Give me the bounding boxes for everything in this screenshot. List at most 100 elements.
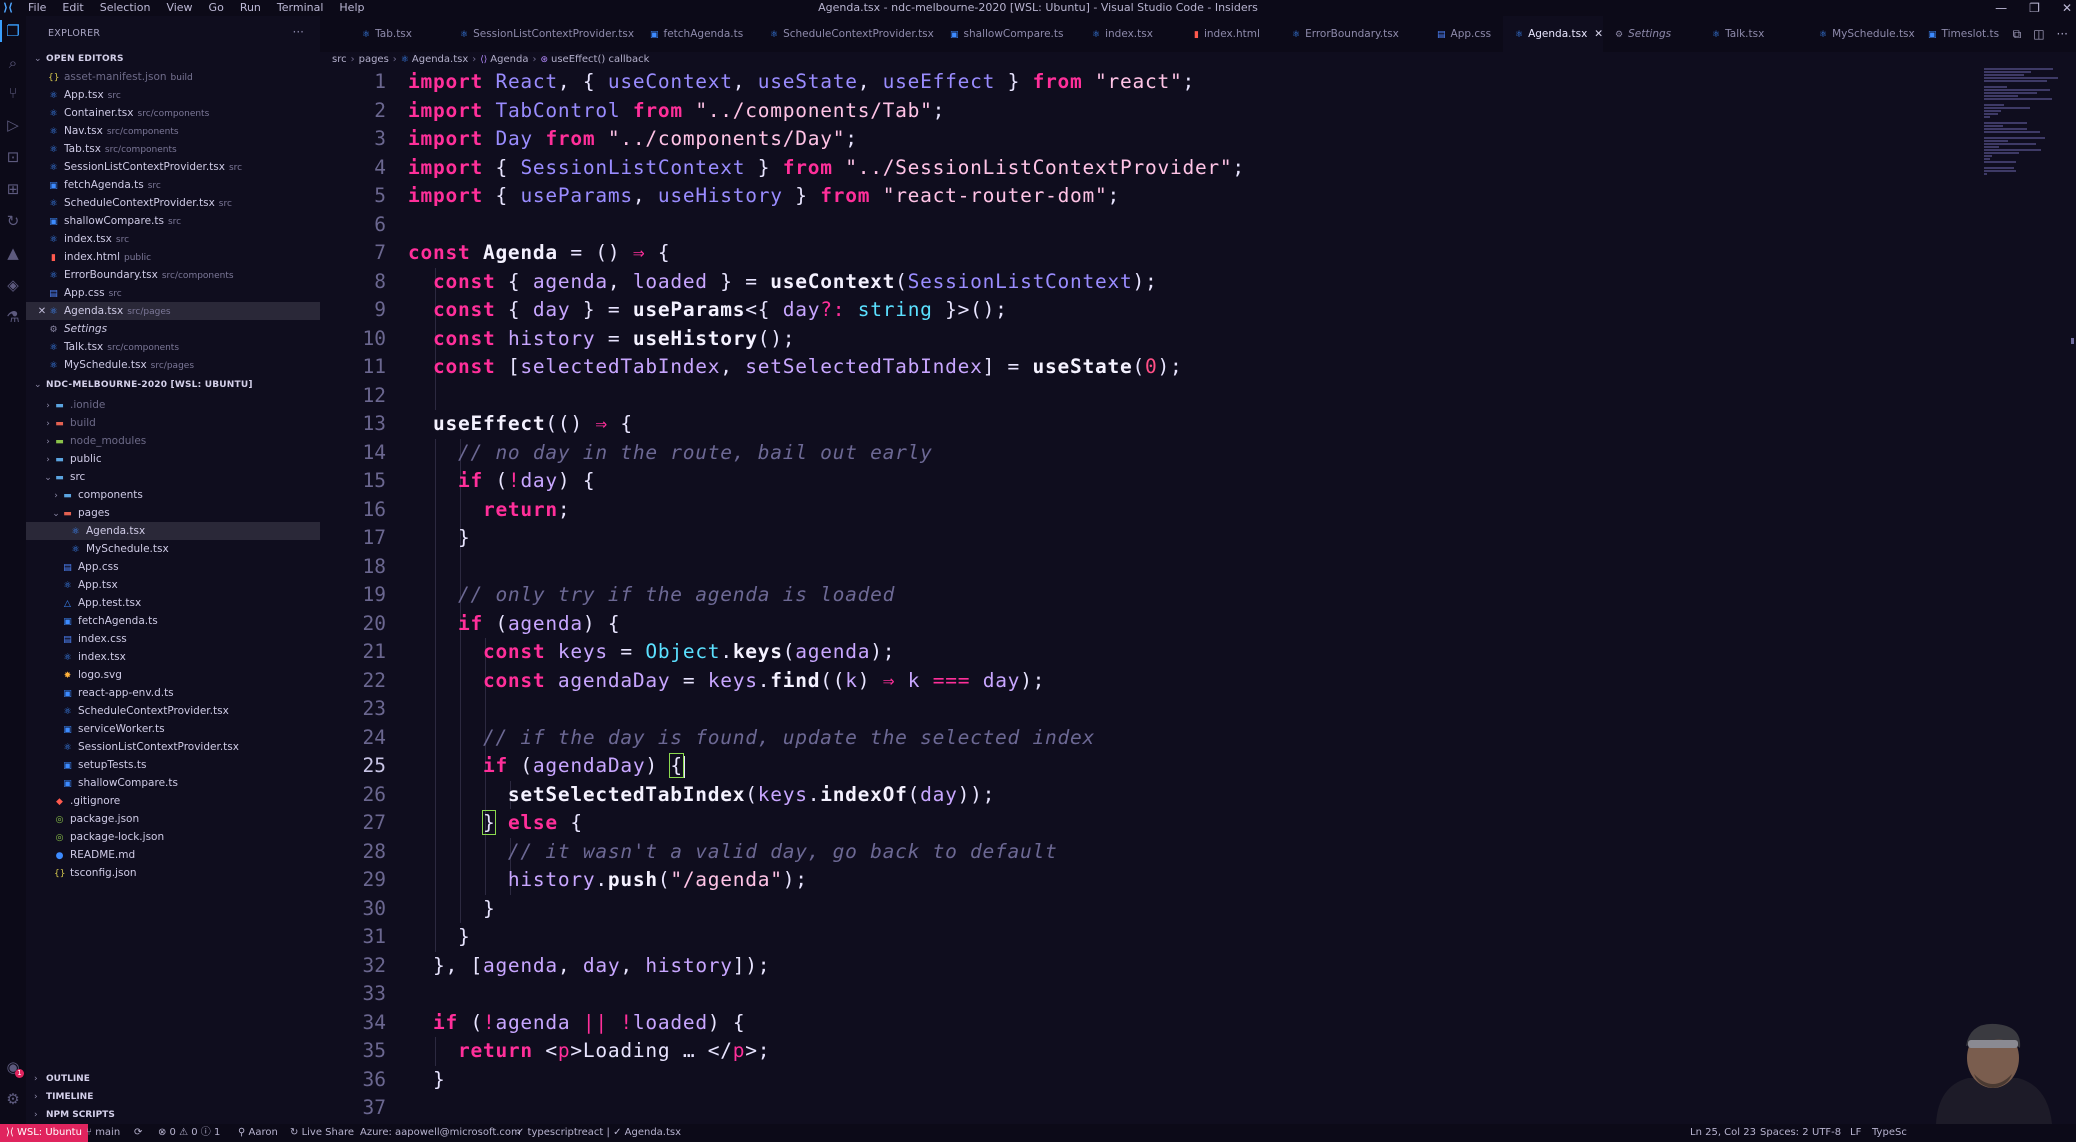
remote-indicator[interactable]: ⟩⟨ WSL: Ubuntu (0, 1124, 88, 1142)
code-line[interactable]: } (408, 524, 470, 553)
code-line[interactable]: const { day } = useParams<{ day?: string… (408, 296, 1008, 325)
code-line[interactable]: const keys = Object.keys(agenda); (408, 638, 895, 667)
extensions-icon[interactable]: ⊞ (4, 180, 22, 198)
line-ending[interactable]: LF (1850, 1124, 1861, 1142)
tab-talk-tsx[interactable]: ⚛ Talk.tsx (1700, 16, 1807, 52)
tree-item[interactable]: › ▬ node_modules (26, 432, 320, 450)
code-line[interactable]: return <p>Loading … </p>; (408, 1037, 770, 1066)
tree-item[interactable]: ◆ .gitignore (26, 792, 320, 810)
tree-item[interactable]: ▣ shallowCompare.ts (26, 774, 320, 792)
sync-icon[interactable]: ⟳ (134, 1124, 142, 1142)
code-line[interactable]: } (408, 1066, 445, 1095)
accounts-icon[interactable]: ◉ 1 (4, 1058, 24, 1078)
code-line[interactable]: } (408, 923, 470, 952)
section-timeline[interactable]: › TIMELINE (34, 1088, 93, 1106)
breadcrumb-item[interactable]: Agenda.tsx (412, 54, 468, 65)
tree-item[interactable]: ⚛ Agenda.tsx (26, 522, 320, 540)
close-icon[interactable]: ✕ (36, 303, 48, 321)
problems-indicator[interactable]: ⊗ 0 ⚠ 0 ⓘ 1 (158, 1124, 220, 1142)
code-line[interactable]: import { useParams, useHistory } from "r… (408, 182, 1120, 211)
tree-item[interactable]: ▣ react-app-env.d.ts (26, 684, 320, 702)
open-editor-item[interactable]: ▣ shallowCompare.ts src (26, 212, 320, 230)
code-line[interactable]: if (agendaDay) { (408, 752, 685, 781)
tab-agenda-tsx[interactable]: ⚛ Agenda.tsx ✕ (1503, 16, 1603, 52)
tab-myschedule-tsx[interactable]: ⚛ MySchedule.tsx (1807, 16, 1916, 52)
more-icon[interactable]: ··· (2057, 16, 2068, 52)
tree-item[interactable]: › ▬ components (26, 486, 320, 504)
tree-item[interactable]: △ App.test.tsx (26, 594, 320, 612)
code-line[interactable]: const { agenda, loaded } = useContext(Se… (408, 268, 1157, 297)
code-line[interactable]: // it wasn't a valid day, go back to def… (408, 838, 1057, 867)
code-line[interactable]: // no day in the route, bail out early (408, 439, 933, 468)
tab-timeslot-ts[interactable]: ▣ Timeslot.ts (1916, 16, 2028, 52)
code-line[interactable]: const Agenda = () ⇒ { (408, 239, 670, 268)
tab-schedulecontextprovider-tsx[interactable]: ⚛ ScheduleContextProvider.tsx (758, 16, 938, 52)
tree-item[interactable]: ◎ package.json (26, 810, 320, 828)
breadcrumb-item[interactable]: Agenda (490, 54, 528, 65)
code-line[interactable]: import Day from "../components/Day"; (408, 125, 858, 154)
user-indicator[interactable]: ⚲ Aaron (238, 1124, 278, 1142)
open-editor-item[interactable]: ⚛ Container.tsx src/components (26, 104, 320, 122)
tree-item[interactable]: › ▬ .ionide (26, 396, 320, 414)
tree-item[interactable]: ◎ package-lock.json (26, 828, 320, 846)
tree-item[interactable]: ⚛ MySchedule.tsx (26, 540, 320, 558)
tree-item[interactable]: ▤ index.css (26, 630, 320, 648)
open-editor-item[interactable]: ⚛ SessionListContextProvider.tsx src (26, 158, 320, 176)
tab-shallowcompare-ts[interactable]: ▣ shallowCompare.ts (938, 16, 1080, 52)
tree-item[interactable]: ⌄ ▬ src (26, 468, 320, 486)
azure-icon[interactable]: ▲ (4, 244, 22, 262)
tree-item[interactable]: ⚛ ScheduleContextProvider.tsx (26, 702, 320, 720)
manage-gear-icon[interactable]: ⚙ (4, 1090, 22, 1108)
tab-index-html[interactable]: ▮ index.html (1182, 16, 1280, 52)
tree-item[interactable]: ▣ serviceWorker.ts (26, 720, 320, 738)
open-editor-item[interactable]: ⚛ Nav.tsx src/components (26, 122, 320, 140)
run-debug-icon[interactable]: ▷ (4, 116, 22, 134)
docker-icon[interactable]: ◈ (4, 276, 22, 294)
tree-item[interactable]: ⚛ index.tsx (26, 648, 320, 666)
code-line[interactable]: return; (408, 496, 570, 525)
editor-scrollbar[interactable] (2068, 68, 2076, 1124)
open-editor-item[interactable]: {} asset-manifest.json build (26, 68, 320, 86)
open-editor-item[interactable]: ⚛ Tab.tsx src/components (26, 140, 320, 158)
remote-explorer-icon[interactable]: ⊡ (4, 148, 22, 166)
code-line[interactable]: }, [agenda, day, history]); (408, 952, 770, 981)
breadcrumb-item[interactable]: useEffect() callback (551, 54, 649, 65)
minimap[interactable] (1980, 68, 2068, 178)
close-tab-icon[interactable]: ✕ (1594, 28, 1603, 40)
section-npm-scripts[interactable]: › NPM SCRIPTS (34, 1106, 115, 1124)
code-line[interactable]: import React, { useContext, useState, us… (408, 68, 1195, 97)
code-line[interactable]: // if the day is found, update the selec… (408, 724, 1095, 753)
live-share-icon[interactable]: ↻ (4, 212, 22, 230)
code-line[interactable]: const history = useHistory(); (408, 325, 795, 354)
code-line[interactable]: if (!day) { (408, 467, 595, 496)
indentation[interactable]: Spaces: 2 (1760, 1124, 1809, 1142)
tree-item[interactable]: ▣ fetchAgenda.ts (26, 612, 320, 630)
tree-item[interactable]: ⌄ ▬ pages (26, 504, 320, 522)
code-line[interactable]: if (agenda) { (408, 610, 620, 639)
code-editor[interactable]: 1 import React, { useContext, useState, u… (320, 68, 1980, 1124)
lint-status[interactable]: ✓ typescriptreact | ✓ Agenda.tsx (516, 1124, 681, 1142)
code-line[interactable]: } (408, 895, 495, 924)
open-editor-item[interactable]: ⚙ Settings (26, 320, 320, 338)
section-outline[interactable]: › OUTLINE (34, 1070, 90, 1088)
more-actions-icon[interactable]: ··· (293, 25, 304, 39)
open-editor-item[interactable]: ⚛ MySchedule.tsx src/pages (26, 356, 320, 374)
breadcrumb-item[interactable]: pages (359, 54, 389, 65)
open-editor-item[interactable]: ⚛ index.tsx src (26, 230, 320, 248)
tab-settings[interactable]: ⚙ Settings (1603, 16, 1700, 52)
search-icon[interactable]: ⌕ (4, 54, 22, 72)
open-editor-item[interactable]: ▤ App.css src (26, 284, 320, 302)
close-window-button[interactable]: ✕ (2062, 0, 2072, 16)
language-mode[interactable]: TypeSc (1872, 1124, 1907, 1142)
tab-fetchagenda-ts[interactable]: ▣ fetchAgenda.ts (638, 16, 758, 52)
open-editor-item[interactable]: ⚛ Talk.tsx src/components (26, 338, 320, 356)
code-line[interactable]: useEffect(() ⇒ { (408, 410, 633, 439)
open-editor-item[interactable]: ▣ fetchAgenda.ts src (26, 176, 320, 194)
code-line[interactable]: import TabControl from "../components/Ta… (408, 97, 945, 126)
tree-item[interactable]: {} tsconfig.json (26, 864, 320, 882)
open-editor-item[interactable]: ⚛ App.tsx src (26, 86, 320, 104)
split-editor-icon[interactable]: ◫ (2033, 16, 2044, 52)
azure-account[interactable]: Azure: aapowell@microsoft.com (360, 1124, 521, 1142)
explorer-icon[interactable]: ❐ (0, 20, 22, 42)
tree-item[interactable]: ⚛ SessionListContextProvider.tsx (26, 738, 320, 756)
